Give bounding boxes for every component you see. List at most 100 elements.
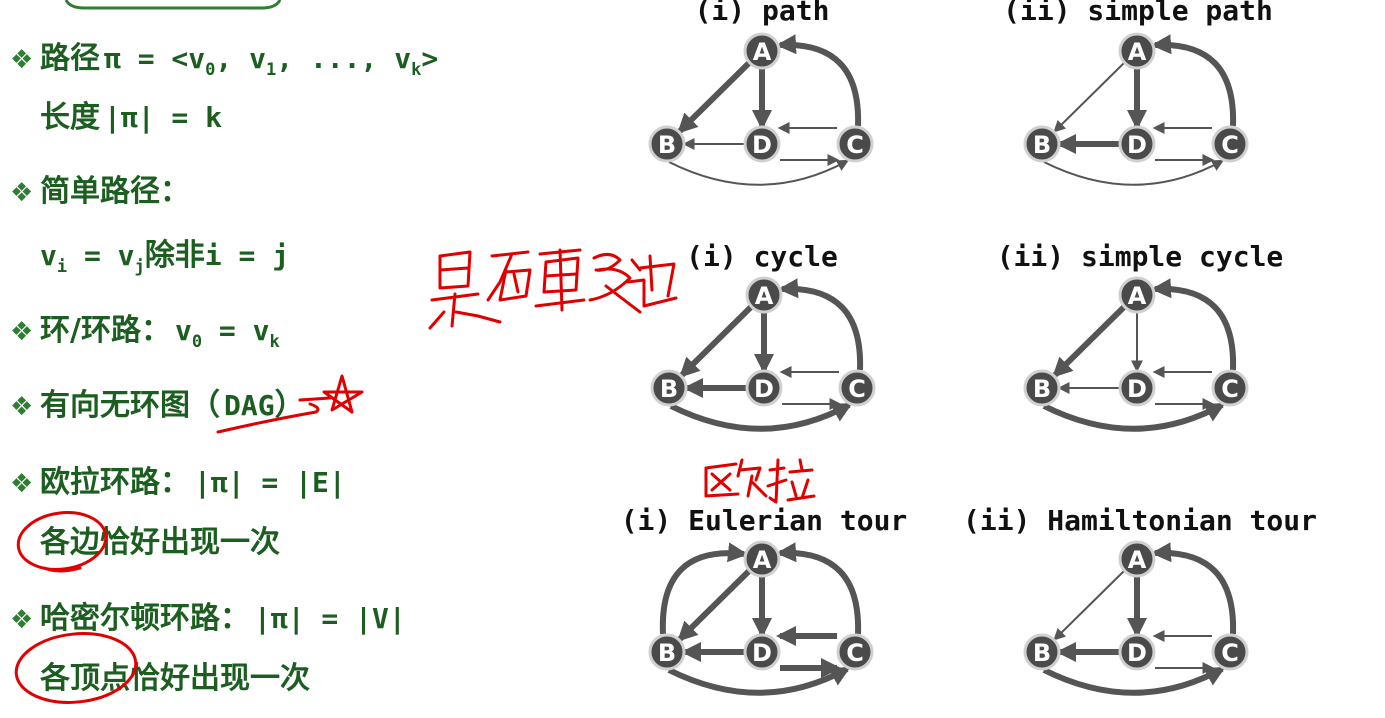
node-D: D bbox=[1118, 633, 1156, 671]
node-B: B bbox=[648, 633, 686, 671]
edge-AB bbox=[1053, 570, 1125, 641]
node-D: D bbox=[743, 125, 781, 163]
node-label: A bbox=[753, 38, 772, 66]
bullet-icon: ❖ bbox=[10, 45, 33, 75]
graph-title: (ii) simple cycle bbox=[997, 240, 1284, 273]
node-A: A bbox=[1118, 540, 1156, 578]
edge-BA-bold bbox=[659, 542, 748, 635]
star-mark bbox=[322, 374, 364, 414]
edge-BC bbox=[668, 159, 850, 186]
node-label: C bbox=[846, 639, 864, 667]
node-B: B bbox=[1023, 125, 1061, 163]
bullet-icon: ❖ bbox=[10, 178, 33, 208]
node-label: B bbox=[658, 131, 676, 159]
definition-term: vi = vj除非i = j bbox=[40, 238, 289, 277]
edge-CA-bold bbox=[778, 278, 864, 371]
definition-hamilton: ❖ 哈密尔顿环路： |π| = |V| bbox=[10, 601, 406, 636]
graph-path: A B D C bbox=[648, 32, 874, 186]
node-C: C bbox=[1211, 633, 1249, 671]
definition-cycle: ❖ 环/环路： v0 = vk bbox=[10, 313, 280, 352]
node-label: D bbox=[1127, 639, 1147, 667]
edge-AB-bold bbox=[1052, 304, 1127, 378]
node-label: C bbox=[1221, 375, 1239, 403]
edge-CA-bold bbox=[1151, 278, 1237, 371]
graph-hamiltonian-tour: A B D C bbox=[1023, 540, 1249, 696]
edge-CA-bold bbox=[776, 34, 862, 127]
node-A: A bbox=[1118, 276, 1156, 314]
node-A: A bbox=[743, 32, 781, 70]
graph-title: (ii) simple path bbox=[1003, 0, 1273, 27]
graph-figures: A B D C (i) path A B D C (ii) simple path A B D C (i) … bbox=[621, 0, 1317, 696]
definition-term: 欧拉环路： |π| = |E| bbox=[40, 465, 346, 500]
node-label: D bbox=[752, 639, 772, 667]
edge-AB bbox=[1053, 62, 1125, 133]
definition-term: 各边恰好出现一次 bbox=[39, 525, 280, 560]
node-D: D bbox=[743, 633, 781, 671]
node-C: C bbox=[836, 125, 874, 163]
definition-list: ❖ 路径 π = <v0, v1, ..., vk>长度 |π| = k❖ 简单路径：v… bbox=[10, 41, 438, 696]
definition-dag: ❖ 有向无环图（ DAG） bbox=[10, 388, 305, 423]
definition-simple-path: ❖ 简单路径： bbox=[10, 174, 190, 209]
edge-CA-bold bbox=[1151, 34, 1237, 127]
node-label: C bbox=[848, 375, 866, 403]
node-A: A bbox=[745, 276, 783, 314]
node-label: D bbox=[752, 131, 772, 159]
definition-term: 哈密尔顿环路： |π| = |V| bbox=[40, 601, 406, 636]
node-label: D bbox=[1127, 131, 1147, 159]
handwriting-euler-scribble bbox=[704, 458, 816, 504]
definition-term: 简单路径： bbox=[40, 174, 190, 209]
node-C: C bbox=[1211, 369, 1249, 407]
graph-simple-path: A B D C bbox=[1023, 32, 1249, 186]
bullet-icon: ❖ bbox=[10, 392, 33, 422]
node-D: D bbox=[1118, 125, 1156, 163]
edge-BC-bold bbox=[1042, 402, 1226, 432]
definition-term: 有向无环图（ DAG） bbox=[40, 388, 305, 423]
bullet-icon: ❖ bbox=[10, 317, 33, 347]
definition-term: 长度 |π| = k bbox=[40, 100, 222, 135]
edge-BC-bold bbox=[667, 666, 851, 696]
node-label: B bbox=[1033, 131, 1051, 159]
node-label: B bbox=[1033, 639, 1051, 667]
node-label: D bbox=[1127, 375, 1147, 403]
slide-canvas: ❖ 路径 π = <v0, v1, ..., vk>长度 |π| = k❖ 简单路径：v… bbox=[10, 0, 1317, 704]
edge-AB-bold bbox=[677, 568, 752, 642]
node-label: A bbox=[1128, 38, 1147, 66]
definition-path: ❖ 路径 π = <v0, v1, ..., vk> bbox=[10, 41, 438, 80]
node-A: A bbox=[743, 540, 781, 578]
edge-BC-bold bbox=[1042, 666, 1226, 696]
definition-hamilton-desc: 各顶点恰好出现一次 bbox=[39, 661, 310, 696]
node-C: C bbox=[838, 369, 876, 407]
edge-AB-bold bbox=[679, 304, 754, 378]
handwriting-repeat-edge-scribble bbox=[428, 248, 678, 330]
graph-cycle: A B D C bbox=[650, 276, 876, 432]
node-C: C bbox=[1211, 125, 1249, 163]
edge-CA-bold bbox=[776, 542, 862, 635]
definition-term: 路径 π = <v0, v1, ..., vk> bbox=[40, 41, 438, 80]
graph-title: (ii) Hamiltonian tour bbox=[963, 504, 1317, 537]
bullet-icon: ❖ bbox=[10, 469, 33, 499]
definition-euler-desc: 各边恰好出现一次 bbox=[39, 525, 280, 560]
node-label: A bbox=[1128, 282, 1147, 310]
node-label: B bbox=[660, 375, 678, 403]
node-label: A bbox=[755, 282, 774, 310]
node-C: C bbox=[836, 633, 874, 671]
node-label: C bbox=[1221, 639, 1239, 667]
edge-BC bbox=[1043, 159, 1225, 186]
star-stroke bbox=[298, 396, 332, 402]
node-label: D bbox=[754, 375, 774, 403]
definition-length: 长度 |π| = k bbox=[40, 100, 222, 135]
node-D: D bbox=[745, 369, 783, 407]
graph-eulerian-tour: A B D C bbox=[648, 540, 874, 696]
definition-term: 环/环路： v0 = vk bbox=[40, 313, 280, 352]
node-label: C bbox=[846, 131, 864, 159]
edge-BC-bold bbox=[669, 402, 853, 432]
node-B: B bbox=[1023, 633, 1061, 671]
title-box-edge bbox=[64, 0, 282, 10]
node-A: A bbox=[1118, 32, 1156, 70]
definition-euler: ❖ 欧拉环路： |π| = |E| bbox=[10, 465, 346, 500]
node-label: A bbox=[753, 546, 772, 574]
node-D: D bbox=[1118, 369, 1156, 407]
graph-title: (i) Eulerian tour bbox=[621, 504, 908, 537]
node-label: B bbox=[1033, 375, 1051, 403]
node-B: B bbox=[650, 369, 688, 407]
